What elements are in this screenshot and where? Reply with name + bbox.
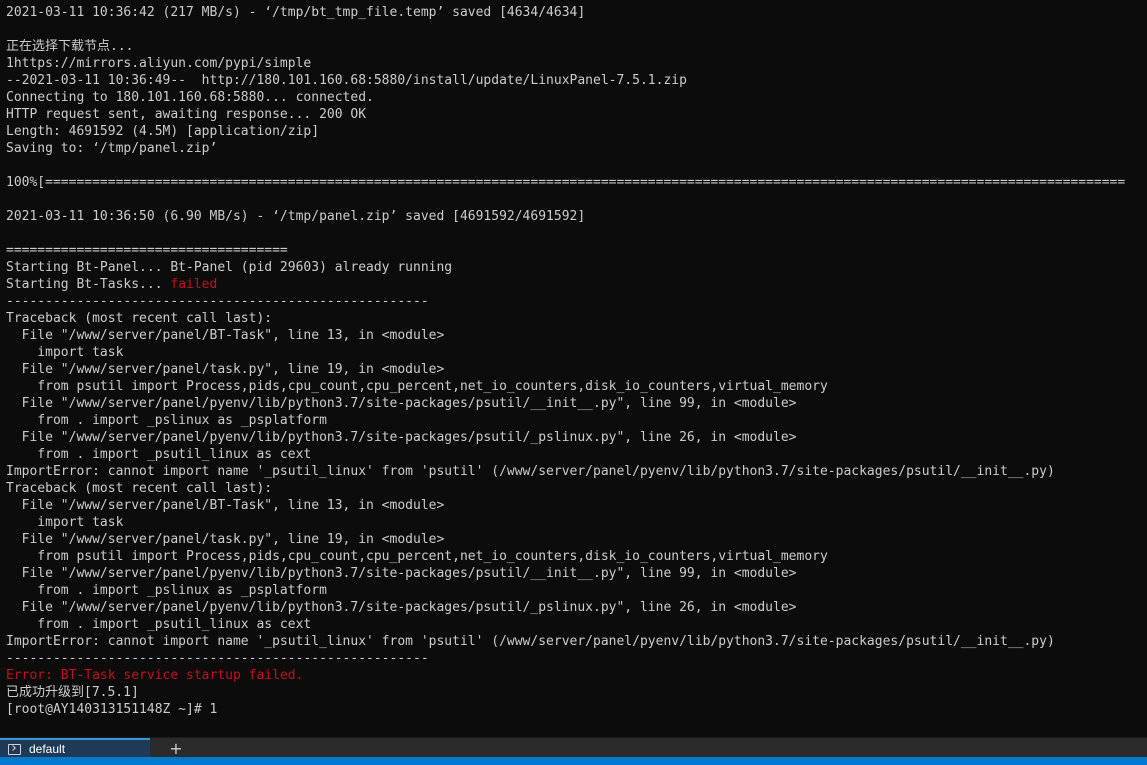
line-text: 正在选择下载节点... <box>6 39 134 54</box>
line-text: 1https://mirrors.aliyun.com/pypi/simple <box>6 56 312 71</box>
terminal-line: Traceback (most recent call last): <box>6 480 1125 497</box>
terminal-line: 已成功升级到[7.5.1] <box>6 684 1125 701</box>
terminal-line: Traceback (most recent call last): <box>6 310 1125 327</box>
terminal-line: from . import _psutil_linux as cext <box>6 446 1125 463</box>
terminal-line: File "/www/server/panel/pyenv/lib/python… <box>6 565 1125 582</box>
line-text: from . import _pslinux as _psplatform <box>6 413 327 428</box>
line-text: File "/www/server/panel/task.py", line 1… <box>6 532 445 547</box>
status-bar <box>0 757 1147 765</box>
terminal-line: import task <box>6 344 1125 361</box>
line-text: Starting Bt-Panel... Bt-Panel (pid 29603… <box>6 260 453 275</box>
terminal-line: from . import _pslinux as _psplatform <box>6 412 1125 429</box>
line-text: 100%[===================================… <box>6 175 1126 190</box>
line-text: HTTP request sent, awaiting response... … <box>6 107 367 122</box>
terminal-line: Error: BT-Task service startup failed. <box>6 667 1125 684</box>
terminal-line: ----------------------------------------… <box>6 650 1125 667</box>
terminal-line: Saving to: ‘/tmp/panel.zip’ <box>6 140 1125 157</box>
line-text: File "/www/server/panel/pyenv/lib/python… <box>6 600 797 615</box>
line-text: ImportError: cannot import name '_psutil… <box>6 634 1055 649</box>
line-text: Traceback (most recent call last): <box>6 311 273 326</box>
terminal-line: 2021-03-11 10:36:42 (217 MB/s) - ‘/tmp/b… <box>6 4 1125 21</box>
terminal-line: 1https://mirrors.aliyun.com/pypi/simple <box>6 55 1125 72</box>
line-text: Starting Bt-Tasks... <box>6 277 171 292</box>
line-text: from . import _pslinux as _psplatform <box>6 583 327 598</box>
line-text: from psutil import Process,pids,cpu_coun… <box>6 549 828 564</box>
terminal-line: ==================================== <box>6 242 1125 259</box>
terminal-line: from psutil import Process,pids,cpu_coun… <box>6 378 1125 395</box>
line-text: File "/www/server/panel/task.py", line 1… <box>6 362 445 377</box>
terminal-line: File "/www/server/panel/pyenv/lib/python… <box>6 429 1125 446</box>
line-text: File "/www/server/panel/pyenv/lib/python… <box>6 430 797 445</box>
terminal-line: import task <box>6 514 1125 531</box>
terminal-line: [root@AY140313151148Z ~]# 1 <box>6 701 1125 718</box>
line-text: 已成功升级到[7.5.1] <box>6 685 139 700</box>
line-text: ImportError: cannot import name '_psutil… <box>6 464 1055 479</box>
line-text: File "/www/server/panel/BT-Task", line 1… <box>6 498 445 513</box>
terminal-line: --2021-03-11 10:36:49-- http://180.101.1… <box>6 72 1125 89</box>
line-text: Length: 4691592 (4.5M) [application/zip] <box>6 124 320 139</box>
line-text: --2021-03-11 10:36:49-- http://180.101.1… <box>6 73 687 88</box>
line-text: from . import _psutil_linux as cext <box>6 617 312 632</box>
line-text: File "/www/server/panel/BT-Task", line 1… <box>6 328 445 343</box>
line-text: File "/www/server/panel/pyenv/lib/python… <box>6 396 797 411</box>
terminal-line: File "/www/server/panel/task.py", line 1… <box>6 531 1125 548</box>
line-text: import task <box>6 345 124 360</box>
terminal-line: 100%[===================================… <box>6 174 1125 191</box>
terminal-line: from psutil import Process,pids,cpu_coun… <box>6 548 1125 565</box>
terminal-line: 正在选择下载节点... <box>6 38 1125 55</box>
line-text: from . import _psutil_linux as cext <box>6 447 312 462</box>
line-text: Saving to: ‘/tmp/panel.zip’ <box>6 141 218 156</box>
terminal-line: File "/www/server/panel/pyenv/lib/python… <box>6 395 1125 412</box>
terminal-line: from . import _pslinux as _psplatform <box>6 582 1125 599</box>
terminal-line: Length: 4691592 (4.5M) [application/zip] <box>6 123 1125 140</box>
line-text: ----------------------------------------… <box>6 294 429 309</box>
line-text: from psutil import Process,pids,cpu_coun… <box>6 379 828 394</box>
terminal-line: HTTP request sent, awaiting response... … <box>6 106 1125 123</box>
error-text: Error: BT-Task service startup failed. <box>6 668 304 683</box>
tab-default[interactable]: default <box>0 738 150 758</box>
terminal-line: File "/www/server/panel/pyenv/lib/python… <box>6 599 1125 616</box>
line-text: 2021-03-11 10:36:42 (217 MB/s) - ‘/tmp/b… <box>6 5 586 20</box>
terminal-line: Connecting to 180.101.160.68:5880... con… <box>6 89 1125 106</box>
terminal-line: 2021-03-11 10:36:50 (6.90 MB/s) - ‘/tmp/… <box>6 208 1125 225</box>
line-text: ==================================== <box>6 243 288 258</box>
terminal-line: Starting Bt-Tasks... failed <box>6 276 1125 293</box>
terminal-icon <box>8 743 21 755</box>
line-text: import task <box>6 515 124 530</box>
line-text: 2021-03-11 10:36:50 (6.90 MB/s) - ‘/tmp/… <box>6 209 586 224</box>
line-text: ----------------------------------------… <box>6 651 429 666</box>
terminal-lines: 2021-03-11 10:36:42 (217 MB/s) - ‘/tmp/b… <box>6 4 1125 718</box>
tab-bar: default + <box>0 737 1147 758</box>
line-text: Connecting to 180.101.160.68:5880... con… <box>6 90 374 105</box>
terminal-line: ----------------------------------------… <box>6 293 1125 310</box>
terminal-line: File "/www/server/panel/task.py", line 1… <box>6 361 1125 378</box>
line-text: [root@AY140313151148Z ~]# 1 <box>6 702 218 717</box>
line-text: Traceback (most recent call last): <box>6 481 273 496</box>
terminal-line: File "/www/server/panel/BT-Task", line 1… <box>6 327 1125 344</box>
error-text: failed <box>170 277 218 292</box>
terminal-line: ImportError: cannot import name '_psutil… <box>6 633 1125 650</box>
terminal-line: File "/www/server/panel/BT-Task", line 1… <box>6 497 1125 514</box>
line-text: File "/www/server/panel/pyenv/lib/python… <box>6 566 797 581</box>
terminal-line: Starting Bt-Panel... Bt-Panel (pid 29603… <box>6 259 1125 276</box>
terminal-line: from . import _psutil_linux as cext <box>6 616 1125 633</box>
terminal-output[interactable]: 2021-03-11 10:36:42 (217 MB/s) - ‘/tmp/b… <box>0 0 1147 737</box>
terminal-line: ImportError: cannot import name '_psutil… <box>6 463 1125 480</box>
tab-label: default <box>29 742 66 756</box>
new-tab-button[interactable]: + <box>166 738 186 758</box>
